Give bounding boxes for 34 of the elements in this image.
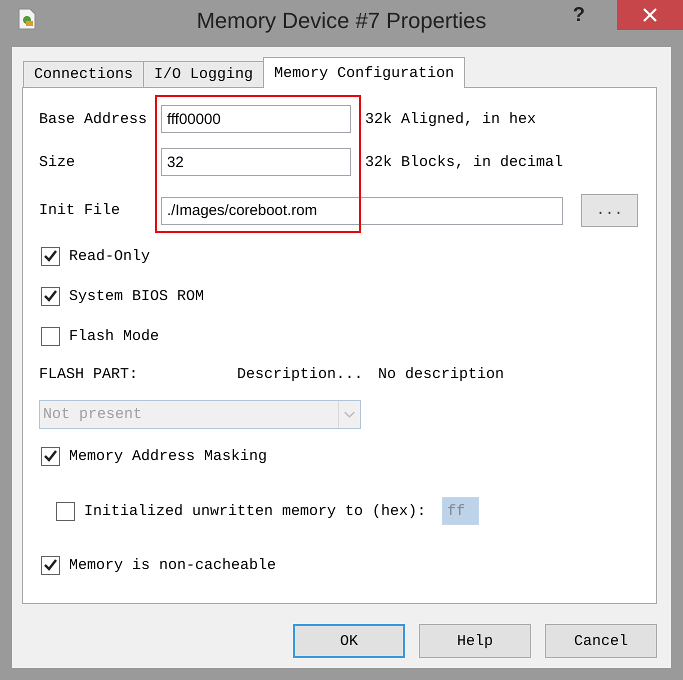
tab[interactable]: Connections xyxy=(23,61,144,87)
checkbox-label: Memory Address Masking xyxy=(69,448,268,464)
checkbox-label: Initialized unwritten memory to (hex): xyxy=(84,502,426,520)
checkbox[interactable] xyxy=(41,246,60,266)
field-label: Init File xyxy=(39,202,122,219)
dialog-button[interactable]: Help xyxy=(419,624,531,658)
description-label: Description... xyxy=(237,366,364,382)
help-button[interactable]: ? xyxy=(572,4,585,27)
tab[interactable]: Memory Configuration xyxy=(263,57,466,88)
field-hint: 32k Blocks, in decimal xyxy=(365,154,564,170)
checkbox[interactable] xyxy=(41,446,60,466)
field-hint: 32k Aligned, in hex xyxy=(365,110,536,128)
checkbox[interactable] xyxy=(41,326,60,346)
checkbox-label: Flash Mode xyxy=(69,328,160,344)
checkbox[interactable] xyxy=(41,556,60,574)
file-path-field[interactable]: ./Images/coreboot.rom xyxy=(161,196,563,224)
checkbox-label: System BIOS ROM xyxy=(69,288,204,304)
flash-part-label: FLASH PART: xyxy=(39,366,140,382)
dialog-button[interactable]: OK xyxy=(293,624,405,658)
description-text: No description xyxy=(378,366,504,382)
dialog-button[interactable]: Cancel xyxy=(545,624,657,658)
field-label: Base Address xyxy=(39,110,148,128)
text-field[interactable]: fff00000 xyxy=(161,105,351,133)
checkbox-label: Memory is non-cacheable xyxy=(69,556,276,574)
checkbox[interactable] xyxy=(41,286,60,306)
close-icon xyxy=(643,8,657,22)
tab[interactable]: I/O Logging xyxy=(143,61,264,87)
field-label: Size xyxy=(39,154,76,170)
text-field[interactable]: 32 xyxy=(161,148,351,176)
browse-button[interactable]: ... xyxy=(581,194,638,227)
window-title: Memory Device #7 Properties xyxy=(196,8,486,34)
checkbox-label: Read-Only xyxy=(69,248,150,264)
app-icon xyxy=(18,8,36,30)
close-button[interactable] xyxy=(617,0,683,30)
